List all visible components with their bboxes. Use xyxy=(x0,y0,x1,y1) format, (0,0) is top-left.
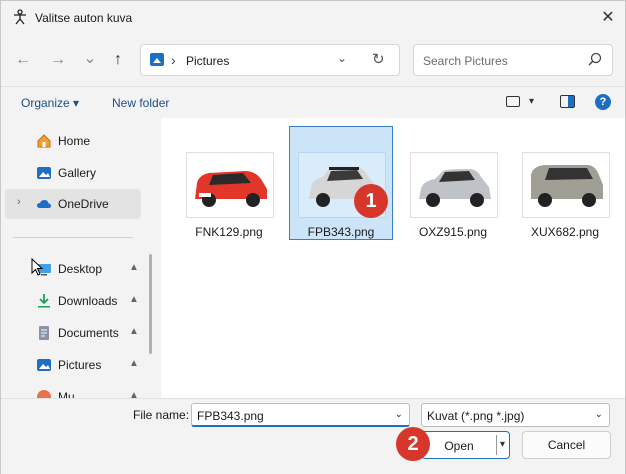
divider xyxy=(13,237,133,238)
chevron-down-icon: ⌄ xyxy=(594,409,603,420)
cloud-icon xyxy=(37,200,51,208)
thumbnail xyxy=(522,152,610,218)
thumbnail xyxy=(186,152,274,218)
divider xyxy=(1,86,625,87)
help-icon[interactable]: ? xyxy=(595,94,611,110)
breadcrumb-pictures[interactable]: Pictures xyxy=(186,54,229,68)
download-icon xyxy=(38,294,50,308)
step-badge-2: 2 xyxy=(396,427,430,461)
recent-locations-button[interactable]: ⌄ xyxy=(79,47,101,69)
pin-icon: ▲ xyxy=(129,358,139,369)
file-open-dialog: Valitse auton kuva ✕ ← → ⌄ ↑ › Pictures … xyxy=(0,0,626,474)
pin-icon: ▲ xyxy=(129,294,139,305)
file-tile-xux682[interactable]: XUX682.png xyxy=(513,126,617,240)
gallery-icon xyxy=(37,167,51,179)
open-options-dropdown-icon[interactable]: ▾ xyxy=(496,435,508,455)
mouse-cursor-icon xyxy=(31,258,43,276)
open-button-label: Open xyxy=(444,439,474,453)
file-list: FNK129.png FPB343.png OXZ915.png XUX682.… xyxy=(161,118,625,398)
refresh-icon[interactable]: ↻ xyxy=(372,50,385,68)
red-car-icon xyxy=(195,171,267,207)
nav-item-label: Gallery xyxy=(58,166,97,180)
back-arrow-icon: ← xyxy=(15,51,31,68)
chevron-down-icon: ⌄ xyxy=(83,50,97,67)
pictures-folder-icon xyxy=(150,53,164,66)
nav-item-desktop[interactable]: Desktop ▲ xyxy=(5,254,141,284)
nav-item-gallery[interactable]: Gallery xyxy=(5,158,141,188)
nav-item-home[interactable]: Home xyxy=(5,126,141,156)
nav-item-label: OneDrive xyxy=(58,197,109,211)
file-tile-fnk129[interactable]: FNK129.png xyxy=(177,126,281,240)
search-icon xyxy=(588,52,602,66)
nav-item-label: Documents xyxy=(58,326,119,340)
app-icon xyxy=(14,9,26,25)
close-icon: ✕ xyxy=(601,9,615,26)
search-placeholder: Search Pictures xyxy=(423,54,508,68)
pin-icon: ▲ xyxy=(129,326,139,337)
title-bar: Valitse auton kuva ✕ xyxy=(1,1,625,34)
back-button[interactable]: ← xyxy=(12,49,34,71)
window-title: Valitse auton kuva xyxy=(35,11,133,25)
close-button[interactable]: ✕ xyxy=(595,5,621,29)
thumbnail xyxy=(410,152,498,218)
nav-item-label: Desktop xyxy=(58,262,103,276)
pin-icon: ▲ xyxy=(129,262,139,273)
file-name-value: FPB343.png xyxy=(197,409,264,423)
file-type-select[interactable]: Kuvat (*.png *.jpg) ⌄ xyxy=(421,403,610,427)
nav-item-music[interactable]: Mu ▲ xyxy=(5,382,141,398)
scrollbar[interactable] xyxy=(149,254,152,354)
van-icon xyxy=(531,165,603,207)
pin-icon: ▲ xyxy=(129,390,139,398)
file-name: OXZ915.png xyxy=(418,225,488,239)
preview-pane-icon[interactable] xyxy=(560,95,575,108)
file-name: XUX682.png xyxy=(530,225,600,239)
file-type-value: Kuvat (*.png *.jpg) xyxy=(427,409,525,423)
nav-item-downloads[interactable]: Downloads ▲ xyxy=(5,286,141,316)
music-icon xyxy=(37,390,51,398)
nav-item-onedrive[interactable]: › OneDrive xyxy=(5,189,141,219)
file-name: FPB343.png xyxy=(307,225,375,239)
documents-icon xyxy=(39,326,49,340)
breadcrumb-separator-icon: › xyxy=(171,52,176,68)
nav-item-label: Downloads xyxy=(58,294,118,308)
file-name-input[interactable]: FPB343.png ⌄ xyxy=(191,403,410,427)
view-mode-icon[interactable] xyxy=(506,96,520,107)
home-icon xyxy=(37,134,51,148)
grey-car-icon xyxy=(419,169,491,207)
step-badge-1: 1 xyxy=(354,184,388,218)
navigation-pane: Home Gallery › OneDrive Desktop ▲ Downlo… xyxy=(1,118,159,398)
nav-item-label: Mu xyxy=(58,390,75,398)
file-tile-oxz915[interactable]: OXZ915.png xyxy=(401,126,505,240)
dialog-footer: File name: FPB343.png ⌄ Kuvat (*.png *.j… xyxy=(1,398,625,474)
forward-arrow-icon: → xyxy=(50,51,66,68)
address-bar[interactable]: › Pictures ⌄ ↻ xyxy=(140,44,400,76)
forward-button[interactable]: → xyxy=(47,49,69,71)
file-name-label: File name: xyxy=(133,408,190,422)
nav-item-documents[interactable]: Documents ▲ xyxy=(5,318,141,348)
nav-item-label: Pictures xyxy=(58,358,102,372)
address-dropdown-icon[interactable]: ⌄ xyxy=(337,51,347,65)
file-name: FNK129.png xyxy=(195,225,263,239)
expand-chevron-icon[interactable]: › xyxy=(17,196,21,208)
open-button[interactable]: Open ▾ xyxy=(421,431,510,459)
file-tile-fpb343[interactable]: FPB343.png xyxy=(289,126,393,240)
chevron-down-icon[interactable]: ⌄ xyxy=(395,409,403,420)
organize-button[interactable]: Organize ▾ xyxy=(21,96,79,110)
new-folder-button[interactable]: New folder xyxy=(112,96,169,110)
search-box[interactable]: Search Pictures xyxy=(413,44,613,76)
up-arrow-icon: ↑ xyxy=(114,51,122,68)
view-mode-dropdown-icon[interactable]: ▾ xyxy=(529,96,534,107)
nav-item-pictures[interactable]: Pictures ▲ xyxy=(5,350,141,380)
cancel-button[interactable]: Cancel xyxy=(522,431,611,459)
up-button[interactable]: ↑ xyxy=(107,49,129,71)
pictures-icon xyxy=(37,359,51,371)
nav-item-label: Home xyxy=(58,134,91,148)
